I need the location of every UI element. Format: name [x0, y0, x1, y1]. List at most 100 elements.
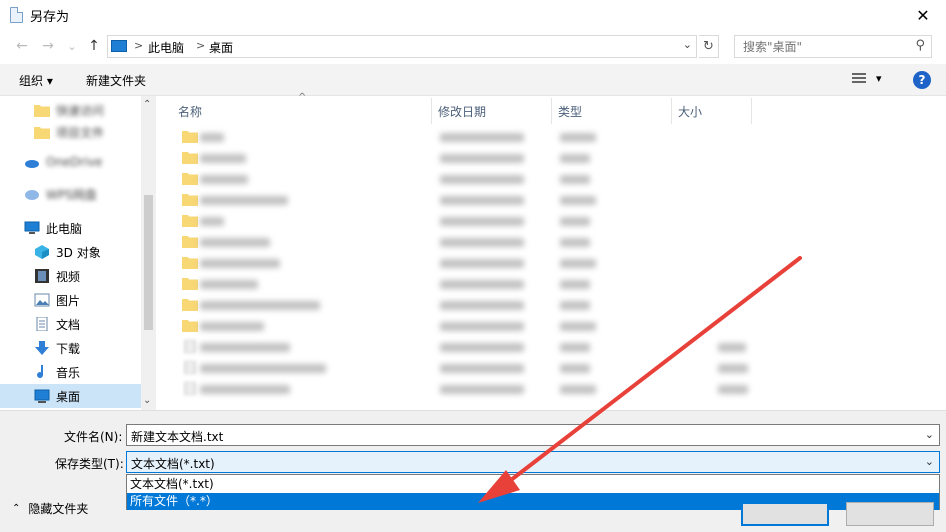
file-row[interactable] [178, 253, 758, 274]
scroll-up-icon[interactable]: ⌃ [143, 99, 151, 110]
sidebar-item-blurred[interactable]: WPS网盘 [0, 182, 141, 206]
column-header-type[interactable]: 类型 [552, 98, 672, 124]
chevron-down-icon[interactable]: ⌄ [925, 455, 934, 468]
scroll-down-icon[interactable]: ⌄ [143, 395, 151, 406]
help-icon[interactable]: ? [913, 71, 931, 89]
sidebar-item-blurred[interactable]: 项目文件 [0, 120, 141, 144]
breadcrumb-this-pc[interactable]: 此电脑 [148, 39, 184, 56]
blurred-text [200, 238, 270, 247]
search-icon: ⚲ [915, 38, 925, 53]
sidebar-item-this-pc[interactable]: 此电脑 [0, 216, 141, 240]
close-button[interactable]: ✕ [900, 0, 946, 30]
recent-locations-button[interactable]: ⌄ [62, 36, 82, 56]
search-box[interactable]: ⚲ [734, 35, 932, 58]
new-folder-button[interactable]: 新建文件夹 [86, 72, 146, 89]
column-header-size[interactable]: 大小 [672, 98, 752, 124]
sidebar-item-desktop[interactable]: 桌面 [0, 384, 141, 408]
document-icon [36, 317, 48, 331]
blurred-text [440, 259, 524, 268]
blurred-text [440, 196, 524, 205]
blurred-text [200, 259, 280, 268]
sidebar-item-downloads[interactable]: 下载 [0, 336, 141, 360]
blurred-text [440, 385, 524, 394]
file-icon [184, 361, 196, 374]
view-options-icon[interactable] [852, 73, 866, 85]
file-row[interactable] [178, 379, 758, 400]
blurred-text [560, 196, 596, 205]
breadcrumb-desktop[interactable]: 桌面 [209, 39, 233, 56]
file-row[interactable] [178, 148, 758, 169]
folder-icon [182, 278, 198, 290]
refresh-button[interactable]: ↻ [699, 35, 719, 58]
window-title: 另存为 [30, 10, 70, 25]
sidebar-scrollbar-thumb[interactable] [144, 195, 153, 330]
hide-folders-button[interactable]: ⌃ 隐藏文件夹 [12, 500, 88, 517]
breadcrumb-separator: > [196, 39, 206, 52]
file-row[interactable] [178, 232, 758, 253]
organize-button[interactable]: 组织 ▾ [19, 72, 53, 89]
address-dropdown-icon[interactable]: ⌄ [683, 38, 692, 51]
blurred-text [200, 175, 248, 184]
folder-icon [182, 173, 198, 185]
toolbar: 组织 ▾ 新建文件夹 ▾ [0, 64, 946, 96]
file-row[interactable] [178, 190, 758, 211]
save-type-select[interactable]: 文本文档(*.txt) ⌄ [126, 451, 940, 473]
blurred-text [200, 133, 224, 142]
title-bar: 另存为 ✕ [0, 0, 946, 30]
sidebar-item-music[interactable]: 音乐 [0, 360, 141, 384]
blurred-text [200, 343, 290, 352]
address-bar[interactable]: > 此电脑 > 桌面 ⌄ [107, 35, 697, 58]
chevron-down-icon[interactable]: ⌄ [925, 428, 934, 441]
file-row[interactable] [178, 211, 758, 232]
blurred-text [200, 280, 258, 289]
save-type-option-txt[interactable]: 文本文档(*.txt) [127, 476, 939, 493]
blurred-text [560, 217, 590, 226]
file-row[interactable] [178, 169, 758, 190]
sidebar-item-videos[interactable]: 视频 [0, 264, 141, 288]
blurred-text [560, 238, 590, 247]
column-header-modified[interactable]: 修改日期 [432, 98, 552, 124]
blurred-text [560, 133, 596, 142]
blurred-text [560, 385, 596, 394]
up-button[interactable]: ↑ [84, 36, 104, 56]
blurred-text [440, 175, 524, 184]
view-dropdown-icon[interactable]: ▾ [876, 72, 882, 85]
back-button[interactable]: ← [12, 36, 32, 56]
sidebar-item-blurred[interactable]: OneDrive [0, 150, 141, 174]
blurred-text [440, 301, 524, 310]
blurred-text [718, 385, 748, 394]
file-row[interactable] [178, 274, 758, 295]
picture-icon [34, 293, 50, 307]
file-row[interactable] [178, 127, 758, 148]
blurred-text [440, 280, 524, 289]
save-button[interactable] [741, 502, 829, 526]
breadcrumb-separator: > [134, 39, 144, 52]
blurred-text [440, 154, 524, 163]
sort-indicator-icon: ^ [298, 92, 307, 103]
navigation-pane: 快速访问 项目文件 OneDrive WPS网盘 此电脑 3D 对象 视频 图片… [0, 96, 156, 410]
save-type-label: 保存类型(T): [55, 457, 124, 471]
sidebar-item-documents[interactable]: 文档 [0, 312, 141, 336]
file-row[interactable] [178, 295, 758, 316]
sidebar-item-pictures[interactable]: 图片 [0, 288, 141, 312]
filename-input[interactable]: 新建文本文档.txt ⌄ [126, 424, 940, 446]
computer-icon [24, 221, 40, 234]
file-row[interactable] [178, 316, 758, 337]
computer-icon [111, 40, 127, 52]
file-row[interactable] [178, 358, 758, 379]
sidebar-item-3d-objects[interactable]: 3D 对象 [0, 240, 141, 264]
file-icon [184, 340, 196, 353]
cancel-button[interactable] [846, 502, 934, 526]
blurred-text [200, 364, 326, 373]
search-input[interactable] [741, 39, 901, 55]
filename-label: 文件名(N): [64, 430, 123, 444]
navigation-bar: ← → ⌄ ↑ > 此电脑 > 桌面 ⌄ ↻ ⚲ [0, 30, 946, 62]
forward-button[interactable]: → [38, 36, 58, 56]
desktop-icon [34, 389, 50, 403]
cloud-drive-icon [25, 190, 39, 200]
folder-icon [182, 257, 198, 269]
sidebar-item-blurred[interactable]: 快速访问 [0, 98, 141, 122]
file-row[interactable] [178, 337, 758, 358]
blurred-text [440, 322, 524, 331]
blurred-text [200, 385, 290, 394]
